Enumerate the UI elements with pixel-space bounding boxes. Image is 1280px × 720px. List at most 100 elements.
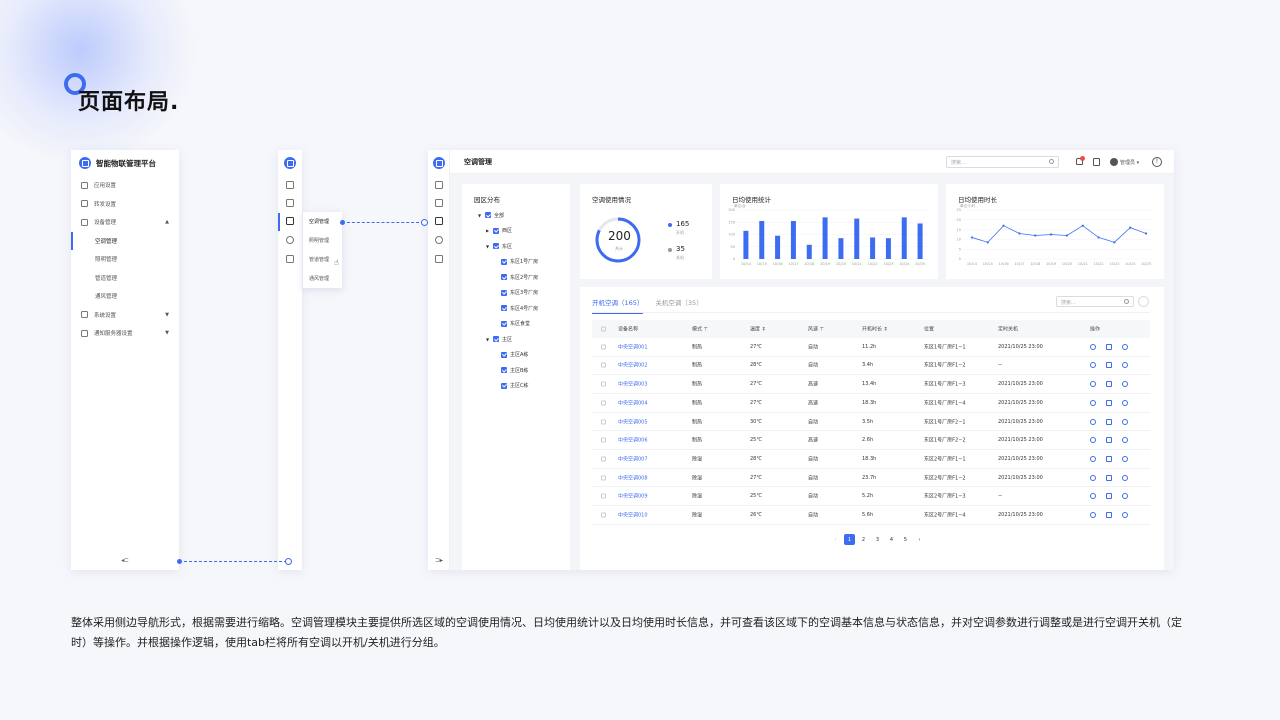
notification-server-icon[interactable]	[286, 255, 294, 263]
sidebar-item[interactable]: 设备管理 ▲	[71, 213, 179, 232]
device-name-link[interactable]: 中央空调006	[618, 437, 648, 444]
sidebar-item[interactable]: 转发设置	[71, 195, 179, 214]
power-icon[interactable]	[1090, 362, 1096, 369]
row-checkbox[interactable]	[601, 456, 606, 462]
table-settings-icon[interactable]	[1138, 296, 1149, 307]
page-button[interactable]: 4	[886, 534, 897, 545]
checkbox[interactable]	[493, 227, 499, 234]
power-icon[interactable]	[1090, 512, 1096, 519]
sidebar-item[interactable]: 通知服务器设置 ▼	[71, 324, 179, 343]
column-header[interactable]: 风速 ⊤	[808, 326, 824, 333]
adjust-icon[interactable]	[1106, 362, 1112, 369]
avatar[interactable]	[1110, 158, 1118, 166]
row-checkbox[interactable]	[601, 475, 606, 481]
adjust-icon[interactable]	[1106, 474, 1112, 481]
device-management-icon[interactable]	[435, 217, 443, 225]
power-icon[interactable]	[1090, 343, 1096, 350]
device-name-link[interactable]: 中央空调004	[618, 399, 648, 406]
sidebar-subitem[interactable]: 照明管理	[71, 250, 179, 269]
device-management-icon[interactable]	[286, 217, 294, 225]
flyout-item[interactable]: 通风管理	[303, 269, 342, 288]
user-menu[interactable]: 管理员 ▾	[1120, 159, 1139, 166]
flyout-item[interactable]: 空调管理	[303, 212, 342, 231]
column-header[interactable]: 模式 ⊤	[692, 326, 708, 333]
row-checkbox[interactable]	[601, 493, 606, 499]
adjust-icon[interactable]	[1106, 399, 1112, 406]
checkbox[interactable]	[501, 351, 507, 358]
timer-icon[interactable]	[1122, 418, 1128, 425]
row-checkbox[interactable]	[601, 344, 606, 350]
timer-icon[interactable]	[1122, 399, 1128, 406]
tree-node[interactable]: 东区4号厂房	[494, 303, 538, 313]
adjust-icon[interactable]	[1106, 493, 1112, 500]
row-checkbox[interactable]	[601, 419, 606, 425]
tree-node[interactable]: ▼ 主区	[486, 334, 512, 344]
expand-sidebar-icon[interactable]: ⊐▸	[435, 557, 443, 564]
checkbox[interactable]	[501, 289, 507, 296]
checkbox[interactable]	[501, 274, 507, 280]
prev-page-button[interactable]: ‹	[830, 534, 841, 545]
row-checkbox[interactable]	[601, 381, 606, 387]
tree-toggle-icon[interactable]: ▼	[486, 337, 490, 342]
timer-icon[interactable]	[1122, 493, 1128, 500]
tree-toggle-icon[interactable]: ▶	[486, 228, 490, 233]
sidebar-subitem[interactable]: 空调管理	[71, 231, 179, 250]
device-name-link[interactable]: 中央空调010	[618, 512, 648, 519]
timer-icon[interactable]	[1122, 437, 1128, 444]
page-button[interactable]: 2	[858, 534, 869, 545]
timer-icon[interactable]	[1122, 381, 1128, 388]
adjust-icon[interactable]	[1106, 455, 1112, 462]
device-name-link[interactable]: 中央空调002	[618, 362, 648, 369]
timer-icon[interactable]	[1122, 474, 1128, 481]
power-icon[interactable]	[1090, 381, 1096, 388]
checkbox[interactable]	[485, 212, 491, 218]
tree-toggle-icon[interactable]: ▼	[486, 244, 490, 249]
table-search-input[interactable]: 搜索...	[1056, 296, 1134, 307]
device-name-link[interactable]: 中央空调008	[618, 474, 648, 481]
tree-node[interactable]: 东区2号厂房	[494, 272, 538, 282]
row-checkbox[interactable]	[601, 400, 606, 406]
sidebar-subitem[interactable]: 管道管理	[71, 269, 179, 288]
tree-node[interactable]: 主区C栋	[494, 381, 529, 391]
next-page-button[interactable]: ›	[914, 534, 925, 545]
sidebar-item[interactable]: 应用设置	[71, 176, 179, 195]
select-all-checkbox[interactable]	[601, 326, 606, 332]
sidebar-subitem[interactable]: 通风管理	[71, 287, 179, 306]
device-name-link[interactable]: 中央空调009	[618, 493, 648, 500]
forward-settings-icon[interactable]	[435, 199, 443, 207]
tree-toggle-icon[interactable]: ▼	[478, 213, 482, 218]
notification-server-icon[interactable]	[435, 255, 443, 263]
tree-node[interactable]: 主区B栋	[494, 365, 528, 375]
tree-node[interactable]: 东区食堂	[494, 319, 530, 329]
power-icon[interactable]	[1090, 493, 1096, 500]
timer-icon[interactable]	[1122, 455, 1128, 462]
tree-node[interactable]: 东区3号厂房	[494, 288, 538, 298]
device-name-link[interactable]: 中央空调003	[618, 381, 648, 388]
system-settings-icon[interactable]	[435, 236, 443, 244]
search-input[interactable]: 搜索...	[946, 156, 1059, 168]
timer-icon[interactable]	[1122, 362, 1128, 369]
page-button[interactable]: 3	[872, 534, 883, 545]
collapse-sidebar-button[interactable]: ◂⊏	[121, 557, 129, 564]
device-name-link[interactable]: 中央空调001	[618, 343, 648, 350]
adjust-icon[interactable]	[1106, 512, 1112, 519]
checkbox[interactable]	[501, 258, 507, 265]
page-button[interactable]: 1	[844, 534, 855, 545]
flyout-item[interactable]: 照明管理	[303, 231, 342, 250]
adjust-icon[interactable]	[1106, 437, 1112, 444]
tree-node[interactable]: 东区1号厂房	[494, 257, 538, 267]
power-icon[interactable]	[1090, 437, 1096, 444]
tree-node[interactable]: ▶ 西区	[486, 226, 512, 236]
system-settings-icon[interactable]	[286, 236, 294, 244]
timer-icon[interactable]	[1122, 512, 1128, 519]
document-icon[interactable]	[1093, 158, 1100, 166]
row-checkbox[interactable]	[601, 512, 606, 518]
power-icon[interactable]	[1090, 455, 1096, 462]
power-icon[interactable]	[1090, 418, 1096, 425]
column-header[interactable]: 温度 ⇕	[750, 326, 766, 333]
forward-settings-icon[interactable]	[286, 199, 294, 207]
tree-node[interactable]: ▼ 东区	[486, 241, 512, 251]
page-button[interactable]: 5	[900, 534, 911, 545]
column-header[interactable]: 开机时长 ⇕	[862, 326, 888, 333]
tree-node[interactable]: 主区A栋	[494, 350, 528, 360]
